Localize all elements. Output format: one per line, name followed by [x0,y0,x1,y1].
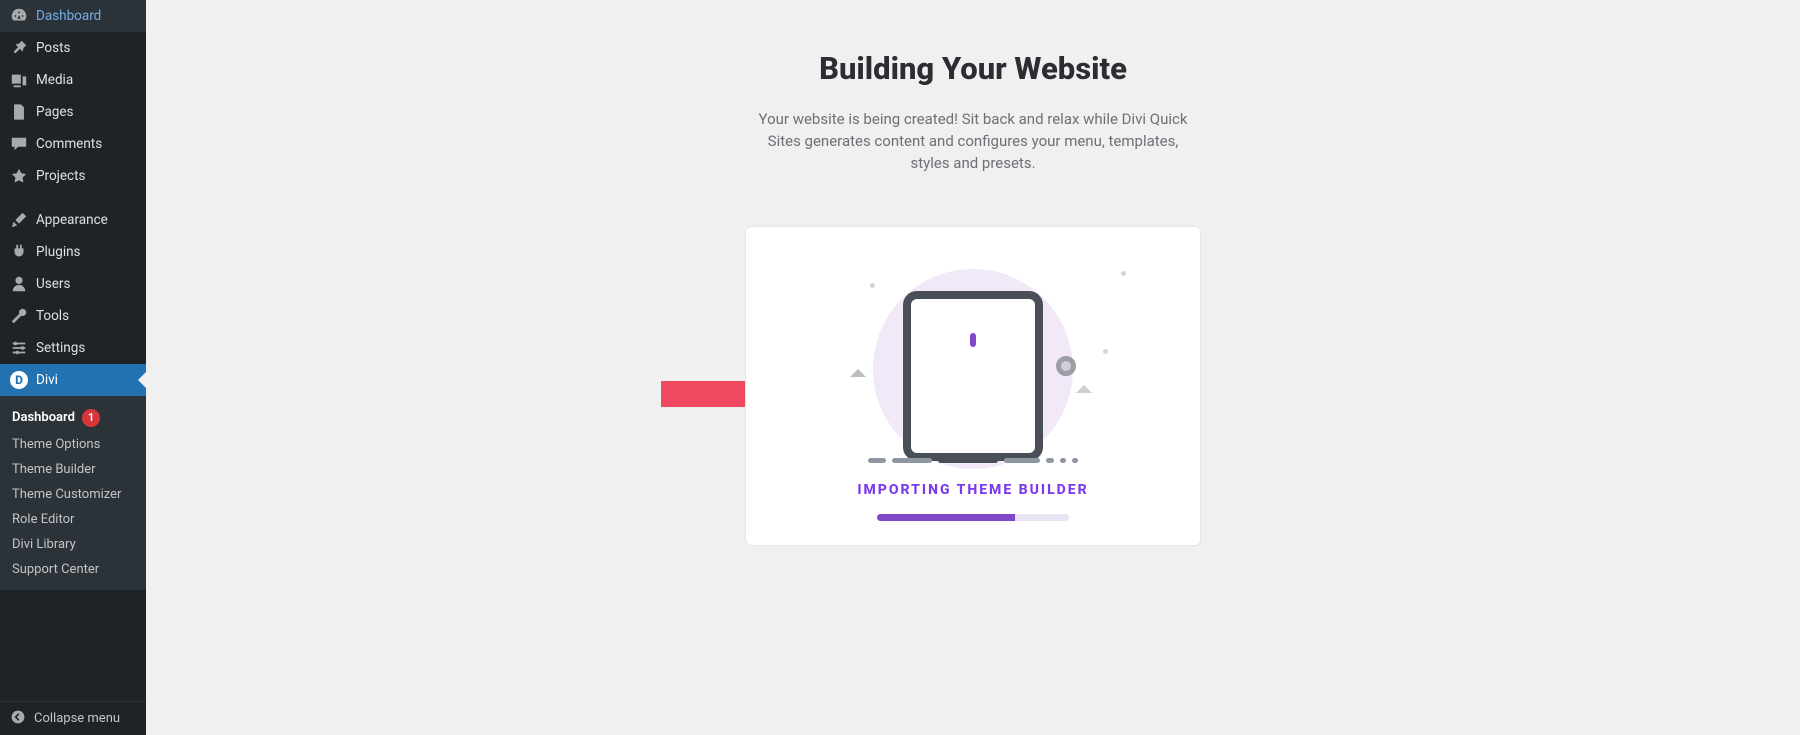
submenu-item-theme-builder[interactable]: Theme Builder [0,457,146,482]
user-icon [10,275,28,293]
progress-card: IMPORTING THEME BUILDER [745,226,1201,546]
sidebar-item-label: Media [36,72,73,88]
sidebar-item-dashboard[interactable]: Dashboard [0,0,146,32]
sidebar-item-label: Users [36,276,70,292]
sidebar-item-label: Dashboard [36,8,101,24]
divi-icon: D [10,371,28,389]
sidebar-item-tools[interactable]: Tools [0,300,146,332]
sidebar-item-users[interactable]: Users [0,268,146,300]
submenu-item-divi-library[interactable]: Divi Library [0,532,146,557]
sliders-icon [10,339,28,357]
submenu-item-theme-options[interactable]: Theme Options [0,432,146,457]
pages-icon [10,103,28,121]
submenu-item-label: Dashboard [12,410,75,425]
submenu-item-role-editor[interactable]: Role Editor [0,507,146,532]
sidebar-item-label: Divi [36,372,58,388]
illustration [858,261,1088,458]
collapse-menu-label: Collapse menu [34,711,120,726]
sidebar-item-comments[interactable]: Comments [0,128,146,160]
collapse-icon [10,709,26,729]
main-content: Building Your Website Your website is be… [146,0,1800,735]
sidebar-item-label: Settings [36,340,85,356]
sidebar-item-label: Pages [36,104,74,120]
sidebar-item-projects[interactable]: Projects [0,160,146,192]
status-text: IMPORTING THEME BUILDER [857,482,1088,498]
collapse-menu-button[interactable]: Collapse menu [0,701,146,735]
sidebar-item-appearance[interactable]: Appearance [0,204,146,236]
progress-bar [877,514,1069,521]
star-icon [10,167,28,185]
brush-icon [10,211,28,229]
device-icon [903,291,1043,461]
sidebar-item-settings[interactable]: Settings [0,332,146,364]
sidebar-item-pages[interactable]: Pages [0,96,146,128]
sidebar-item-label: Posts [36,40,70,56]
sidebar-item-label: Projects [36,168,86,184]
sidebar-item-divi[interactable]: D Divi [0,364,146,396]
sidebar-item-posts[interactable]: Posts [0,32,146,64]
page-subtitle: Your website is being created! Sit back … [753,109,1193,174]
sidebar-item-plugins[interactable]: Plugins [0,236,146,268]
comment-icon [10,135,28,153]
media-icon [10,71,28,89]
divi-submenu: Dashboard 1 Theme Options Theme Builder … [0,396,146,590]
wrench-icon [10,307,28,325]
submenu-item-dashboard[interactable]: Dashboard 1 [0,404,146,432]
progress-fill [877,514,1015,521]
sidebar-item-label: Comments [36,136,102,152]
sidebar-item-label: Appearance [36,212,108,228]
sidebar-item-label: Tools [36,308,69,324]
submenu-item-support-center[interactable]: Support Center [0,557,146,582]
page-title: Building Your Website [819,50,1127,87]
submenu-item-theme-customizer[interactable]: Theme Customizer [0,482,146,507]
pin-icon [10,39,28,57]
plug-icon [10,243,28,261]
sidebar-item-label: Plugins [36,244,81,260]
sidebar-item-media[interactable]: Media [0,64,146,96]
notification-badge: 1 [82,409,100,427]
dashboard-icon [10,7,28,25]
sidebar-separator [0,192,146,204]
admin-sidebar: Dashboard Posts Media Pages Comments Pro… [0,0,146,735]
